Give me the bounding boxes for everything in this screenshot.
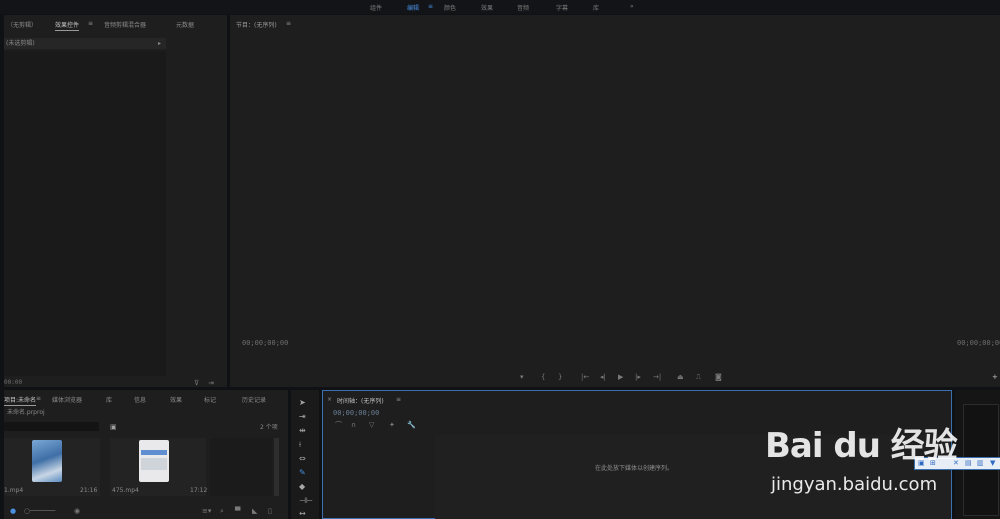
linked-selection-icon[interactable]: ∩ bbox=[351, 421, 356, 429]
source-timecode: 00:00 bbox=[4, 379, 23, 386]
workspace-tab-assembly[interactable]: 组件 bbox=[370, 3, 382, 12]
find-icon[interactable]: ⌕ bbox=[220, 507, 224, 515]
wrench-icon[interactable]: 🔧 bbox=[407, 421, 416, 429]
pen-tool-icon[interactable]: ✎ bbox=[299, 468, 306, 478]
program-monitor: 节目：(无序列) ≡ 00;00;00;00 00;00;00;00 ▾ { }… bbox=[230, 15, 1000, 387]
sort-icon[interactable]: ≡▾ bbox=[202, 507, 211, 515]
clip-thumbnail bbox=[32, 440, 62, 482]
bin-icon[interactable]: ▣ bbox=[110, 423, 117, 431]
new-item-icon[interactable]: ◣ bbox=[252, 507, 257, 515]
tab-effect-controls[interactable]: 效果控件 bbox=[55, 20, 80, 31]
workspace-overflow-icon[interactable]: » bbox=[630, 3, 634, 10]
tab-media-browser[interactable]: 媒体浏览器 bbox=[52, 395, 82, 404]
go-to-in-icon[interactable]: |← bbox=[581, 373, 589, 381]
clip-name: 475.mp4 bbox=[112, 487, 139, 494]
tab-libraries[interactable]: 库 bbox=[106, 395, 112, 404]
filter-icon[interactable]: ⊽ bbox=[194, 379, 199, 387]
clip-thumbnail bbox=[139, 440, 169, 482]
clip-dropdown[interactable]: (未选剪辑) ▸ bbox=[4, 38, 166, 49]
workspace-menu-icon[interactable]: ≡ bbox=[428, 3, 433, 10]
workspace-tab-titles[interactable]: 字幕 bbox=[556, 3, 568, 12]
watermark-logo-text: Bai du 经验 bbox=[765, 426, 958, 466]
step-back-icon[interactable]: ◂| bbox=[600, 373, 606, 381]
tab-audio-clip-mixer[interactable]: 音频剪辑混合器 bbox=[104, 20, 146, 29]
mark-out-icon[interactable]: } bbox=[558, 373, 562, 381]
timeline-close-icon[interactable]: × bbox=[327, 396, 332, 403]
workspace-tab-editing[interactable]: 编辑 bbox=[407, 3, 419, 12]
project-scrollbar[interactable] bbox=[274, 438, 279, 496]
tab-project[interactable]: 项目:未命名 bbox=[4, 395, 37, 406]
zoom-slider-icon[interactable]: ○────── bbox=[24, 507, 55, 515]
razor-tool-icon[interactable]: ⟊ bbox=[299, 440, 301, 450]
snap-icon[interactable]: ⌒ bbox=[335, 421, 342, 429]
camera-icon[interactable]: ◙ bbox=[715, 373, 722, 381]
clip-tile[interactable]: 475.mp4 17:12 bbox=[110, 438, 208, 496]
toolbar-icon[interactable]: ▼ bbox=[990, 459, 995, 467]
play-icon[interactable]: ▶ bbox=[618, 373, 623, 381]
clip-name: 1.mp4 bbox=[4, 487, 24, 494]
zoom-handle-icon[interactable]: ◉ bbox=[74, 507, 80, 515]
program-timecode-left: 00;00;00;00 bbox=[242, 339, 289, 347]
workspace-tab-effects[interactable]: 效果 bbox=[481, 3, 493, 12]
selection-tool-icon[interactable]: ➤ bbox=[299, 398, 306, 408]
timeline-title: 时间轴：(无序列) bbox=[337, 398, 384, 405]
workspace-tab-libraries[interactable]: 库 bbox=[593, 3, 599, 12]
clip-dropdown-label: (未选剪辑) bbox=[6, 40, 35, 47]
project-panel: 项目:未命名 ≡ 媒体浏览器 库 信息 效果 标记 历史记录 未命名.prpro… bbox=[4, 390, 288, 519]
add-button-icon[interactable]: + bbox=[992, 373, 998, 381]
type-tool-icon[interactable]: ↔ bbox=[299, 509, 306, 519]
watermark: Bai du 经验 jingyan.baidu.com bbox=[765, 410, 965, 500]
extract-icon[interactable]: ⎍ bbox=[696, 373, 701, 381]
trash-icon[interactable]: ▯ bbox=[268, 507, 272, 515]
tab-metadata[interactable]: 元数据 bbox=[176, 20, 194, 29]
workspace-tab-audio[interactable]: 音频 bbox=[517, 3, 529, 12]
empty-tile bbox=[210, 438, 272, 496]
timeline-empty-message: 在此处放下媒体以创建序列。 bbox=[595, 465, 674, 472]
slip-tool-icon[interactable]: ⇔ bbox=[299, 454, 306, 464]
thumbnail-dialog-bar bbox=[141, 450, 167, 455]
workspace-bar: 组件 编辑 ≡ 颜色 效果 音频 字幕 库 » bbox=[0, 0, 1000, 14]
new-bin-icon[interactable]: ▀ bbox=[235, 507, 240, 515]
play-triangle-icon[interactable]: ▸ bbox=[158, 40, 161, 48]
tab-history[interactable]: 历史记录 bbox=[242, 395, 266, 404]
timeline-timecode[interactable]: 00;00;00;00 bbox=[333, 409, 379, 417]
project-filename: 未命名.prproj bbox=[7, 409, 45, 416]
timeline-menu-icon[interactable]: ≡ bbox=[396, 396, 401, 403]
export-icon[interactable]: ⇥ bbox=[208, 379, 214, 387]
mark-in-icon[interactable]: { bbox=[541, 373, 545, 381]
tools-panel: ➤ ⇥ ⇹ ⟊ ⇔ ✎ ◆ ⊣⊢ ↔ bbox=[291, 390, 319, 519]
tab-info[interactable]: 信息 bbox=[134, 395, 146, 404]
add-marker-icon[interactable]: ▽ bbox=[369, 421, 374, 429]
program-menu-icon[interactable]: ≡ bbox=[286, 20, 291, 27]
workspace-tab-color[interactable]: 颜色 bbox=[444, 3, 456, 12]
project-search-input[interactable] bbox=[4, 422, 99, 431]
hand-tool-icon[interactable]: ◆ bbox=[299, 482, 305, 492]
clip-duration: 17:12 bbox=[190, 487, 208, 494]
toolbar-icon[interactable]: ▥ bbox=[977, 459, 984, 467]
effect-list-area bbox=[4, 51, 166, 376]
zoom-tool-icon[interactable]: ⊣⊢ bbox=[299, 496, 313, 506]
tab-effects[interactable]: 效果 bbox=[170, 395, 182, 404]
source-panel: （无剪辑） 效果控件 ≡ 音频剪辑混合器 元数据 (未选剪辑) ▸ 00:00 … bbox=[4, 15, 227, 387]
program-timecode-right: 00;00;00;00 bbox=[957, 339, 1000, 347]
toolbar-icon[interactable]: ▤ bbox=[965, 459, 972, 467]
watermark-url: jingyan.baidu.com bbox=[771, 474, 938, 495]
tab-source[interactable]: （无剪辑） bbox=[7, 20, 37, 29]
item-count: 2 个项 bbox=[260, 424, 278, 431]
track-select-tool-icon[interactable]: ⇥ bbox=[299, 412, 306, 422]
lift-icon[interactable]: ⏏ bbox=[677, 373, 684, 381]
go-to-out-icon[interactable]: →| bbox=[653, 373, 661, 381]
settings-icon[interactable]: ✦ bbox=[389, 421, 395, 429]
tab-markers[interactable]: 标记 bbox=[204, 395, 216, 404]
program-title: 节目：(无序列) bbox=[236, 22, 277, 29]
tab-project-menu-icon[interactable]: ≡ bbox=[36, 395, 41, 402]
lock-icon[interactable]: ● bbox=[10, 507, 16, 515]
add-marker-icon[interactable]: ▾ bbox=[520, 373, 524, 381]
clip-tile[interactable]: 1.mp4 21:16 bbox=[4, 438, 100, 496]
step-forward-icon[interactable]: |▸ bbox=[635, 373, 641, 381]
ripple-edit-tool-icon[interactable]: ⇹ bbox=[299, 426, 306, 436]
tab-menu-icon[interactable]: ≡ bbox=[88, 20, 93, 27]
clip-duration: 21:16 bbox=[80, 487, 98, 494]
thumbnail-content bbox=[141, 458, 167, 470]
